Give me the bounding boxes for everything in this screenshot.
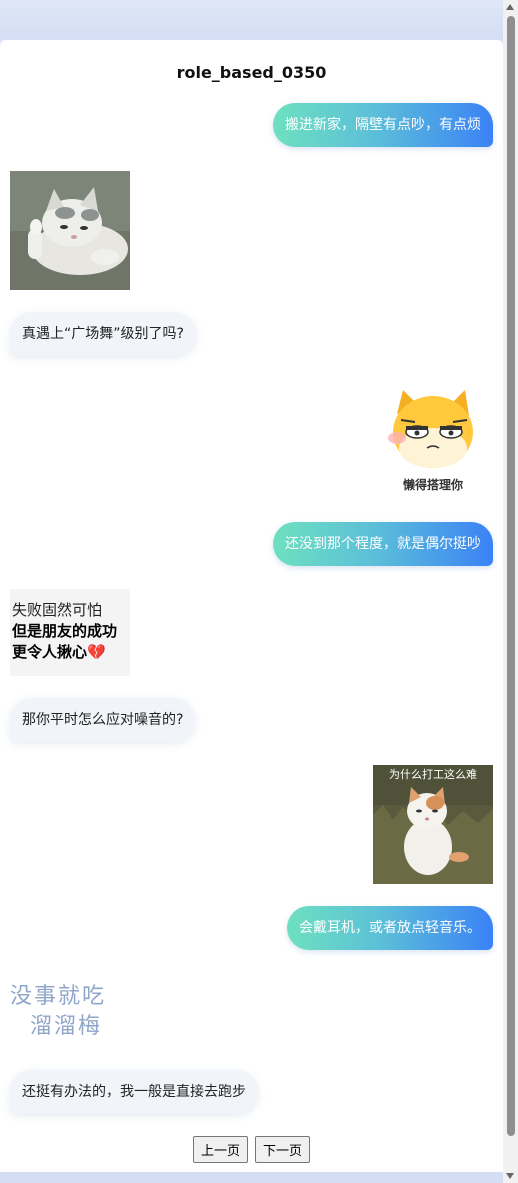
text-meme-sticker: 失败固然可怕 但是朋友的成功 更令人揪心💔: [10, 589, 130, 676]
scroll-down-arrow-icon[interactable]: [506, 1173, 514, 1179]
message-bubble-sent: 搬进新家，隔壁有点吵，有点烦: [273, 103, 493, 147]
message-bubble-received: 还挺有办法的，我一般是直接去跑步: [10, 1070, 258, 1114]
scrollbar-thumb[interactable]: [507, 16, 515, 1136]
sad-cat-photo-sticker: 为什么打工这么难: [373, 765, 493, 884]
work-cat-caption: 为什么打工这么难: [389, 768, 477, 781]
cat-thumbs-up-sticker: [10, 171, 130, 290]
scrollbar[interactable]: [503, 0, 518, 1183]
message-bubble-received: 真遇上“广场舞”级别了吗?: [10, 312, 196, 356]
handwriting-line-2: 溜溜梅: [30, 1014, 103, 1039]
meme-line-2: 但是朋友的成功: [12, 622, 118, 640]
top-bar: [0, 0, 503, 40]
handwriting-sticker: 没事就吃 溜溜梅: [10, 980, 135, 1045]
lazy-cat-caption: 懒得搭理你: [402, 478, 463, 492]
lazy-cat-sticker: 懒得搭理你: [373, 384, 493, 494]
meme-line-1: 失败固然可怕: [12, 601, 103, 619]
message-bubble-received: 那你平时怎么应对噪音的?: [10, 698, 196, 742]
next-page-button[interactable]: 下一页: [255, 1136, 311, 1163]
page-title: role_based_0350: [176, 63, 327, 82]
message-bubble-sent: 会戴耳机，或者放点轻音乐。: [287, 906, 493, 950]
meme-line-3: 更令人揪心💔: [12, 643, 106, 661]
prev-page-button[interactable]: 上一页: [192, 1136, 248, 1163]
message-bubble-sent: 还没到那个程度，就是偶尔挺吵: [273, 522, 493, 566]
scroll-up-arrow-icon[interactable]: [506, 4, 514, 10]
handwriting-line-1: 没事就吃: [10, 984, 107, 1009]
pagination: 上一页 下一页: [0, 1136, 503, 1163]
bottom-bar: [0, 1172, 503, 1183]
